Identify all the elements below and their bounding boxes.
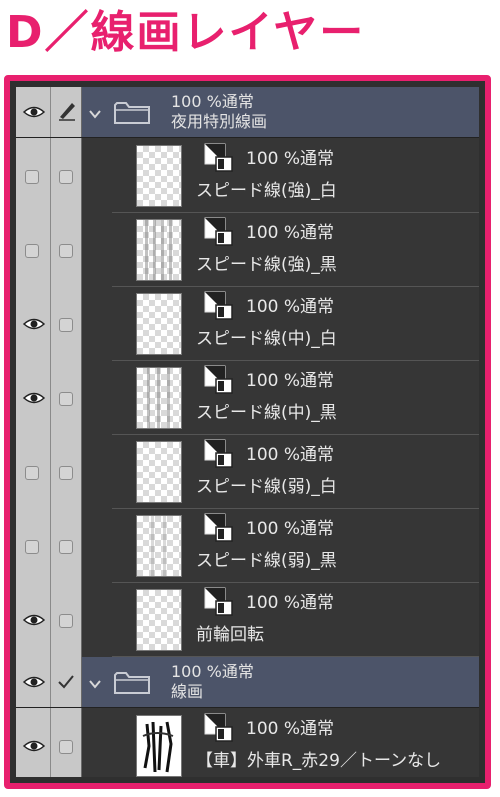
layer-color-icon — [204, 513, 233, 542]
layer-name: 前輪回転 — [196, 625, 264, 645]
layer-row[interactable]: 100 %通常 【車】外車R_赤29／トーンなし — [16, 709, 479, 777]
eye-icon[interactable] — [23, 105, 45, 119]
eye-icon[interactable] — [23, 613, 45, 627]
layer-thumbnail — [136, 219, 182, 281]
layer-opacity-mode: 100 %通常 — [171, 92, 254, 111]
layer-thumbnail — [136, 441, 182, 503]
layer-folder-row[interactable]: 100 %通常 夜用特別線画 — [16, 87, 479, 138]
layer-panel: 100 %通常 夜用特別線画 100 %通常 スピード線(強)_白 100 %通… — [16, 87, 479, 777]
lock-checkbox[interactable] — [59, 540, 73, 554]
layer-name: スピード線(弱)_白 — [196, 477, 337, 497]
lock-checkbox[interactable] — [59, 740, 73, 754]
layer-opacity-mode: 100 %通常 — [246, 593, 335, 613]
layer-name: スピード線(強)_白 — [196, 181, 337, 201]
layer-opacity-mode: 100 %通常 — [171, 662, 254, 681]
layer-row[interactable]: 100 %通常 スピード線(中)_白 — [16, 287, 479, 361]
layer-color-icon — [204, 217, 233, 246]
layer-opacity-mode: 100 %通常 — [246, 445, 335, 465]
layer-opacity-mode: 100 %通常 — [246, 371, 335, 391]
layer-color-icon — [204, 365, 233, 394]
layer-name: 線画 — [171, 682, 204, 701]
visibility-checkbox[interactable] — [25, 540, 39, 554]
layer-thumbnail — [136, 293, 182, 355]
layer-color-icon — [204, 587, 233, 616]
chevron-down-icon[interactable] — [88, 109, 102, 119]
visibility-checkbox[interactable] — [25, 244, 39, 258]
folder-icon — [114, 102, 150, 124]
visibility-checkbox[interactable] — [25, 466, 39, 480]
eye-icon[interactable] — [23, 675, 45, 689]
lock-checkbox[interactable] — [59, 466, 73, 480]
layer-color-icon — [204, 439, 233, 468]
lock-checkbox[interactable] — [59, 614, 73, 628]
layer-name: スピード線(中)_黒 — [196, 403, 337, 423]
layer-row[interactable]: 100 %通常 前輪回転 — [16, 583, 479, 657]
pen-icon[interactable] — [56, 99, 78, 121]
layer-thumbnail — [136, 589, 182, 651]
folder-icon — [114, 672, 150, 694]
layer-opacity-mode: 100 %通常 — [246, 149, 335, 169]
layer-opacity-mode: 100 %通常 — [246, 223, 335, 243]
visibility-checkbox[interactable] — [25, 170, 39, 184]
layer-thumbnail — [136, 145, 182, 207]
lock-checkbox[interactable] — [59, 392, 73, 406]
page-title: D／線画レイヤー — [6, 7, 366, 58]
layer-row[interactable]: 100 %通常 スピード線(中)_黒 — [16, 361, 479, 435]
layer-row[interactable]: 100 %通常 スピード線(強)_白 — [16, 139, 479, 213]
layer-thumbnail — [136, 515, 182, 577]
layer-row[interactable]: 100 %通常 スピード線(弱)_黒 — [16, 509, 479, 583]
lock-checkbox[interactable] — [59, 170, 73, 184]
layer-name: スピード線(中)_白 — [196, 329, 337, 349]
layer-opacity-mode: 100 %通常 — [246, 719, 335, 739]
lock-checkbox[interactable] — [59, 318, 73, 332]
layer-opacity-mode: 100 %通常 — [246, 297, 335, 317]
layer-name: スピード線(強)_黒 — [196, 255, 337, 275]
layer-color-icon — [204, 713, 233, 742]
layer-name: 【車】外車R_赤29／トーンなし — [196, 751, 442, 771]
layer-name: スピード線(弱)_黒 — [196, 551, 337, 571]
layer-opacity-mode: 100 %通常 — [246, 519, 335, 539]
eye-icon[interactable] — [23, 391, 45, 405]
eye-icon[interactable] — [23, 739, 45, 753]
layer-name: 夜用特別線画 — [171, 112, 268, 131]
layer-row[interactable]: 100 %通常 スピード線(強)_黒 — [16, 213, 479, 287]
layer-row[interactable]: 100 %通常 スピード線(弱)_白 — [16, 435, 479, 509]
lock-checkbox[interactable] — [59, 244, 73, 258]
car-drawing-icon — [142, 721, 174, 773]
layer-color-icon — [204, 291, 233, 320]
check-icon[interactable] — [56, 673, 76, 691]
layer-folder-row[interactable]: 100 %通常 線画 — [16, 657, 479, 708]
highlight-frame: 100 %通常 夜用特別線画 100 %通常 スピード線(強)_白 100 %通… — [4, 75, 491, 789]
layer-thumbnail — [136, 715, 182, 777]
layer-thumbnail — [136, 367, 182, 429]
layer-color-icon — [204, 143, 233, 172]
chevron-down-icon[interactable] — [88, 679, 102, 689]
eye-icon[interactable] — [23, 317, 45, 331]
